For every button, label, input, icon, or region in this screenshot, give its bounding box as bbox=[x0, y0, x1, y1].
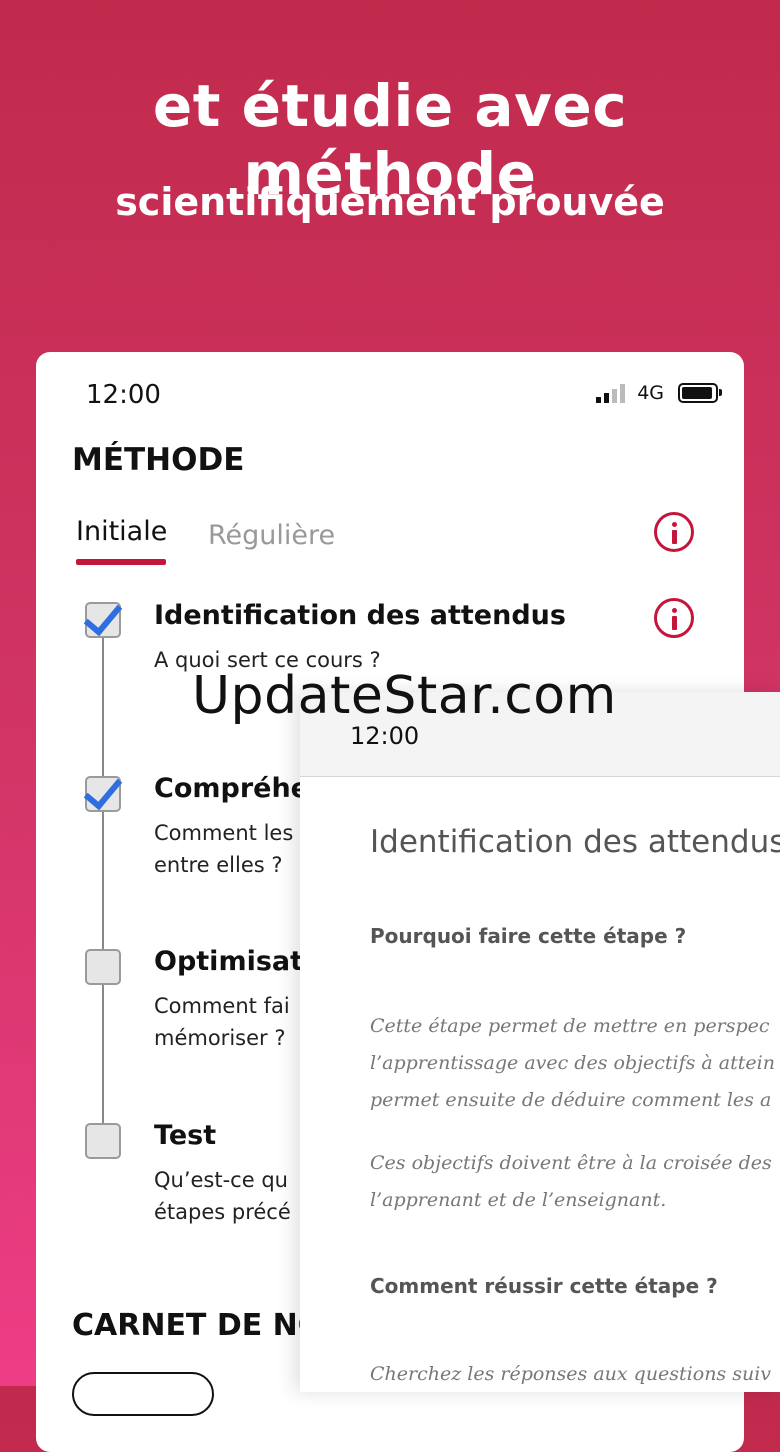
detail-question-2: Comment réussir cette étape ? bbox=[370, 1274, 718, 1298]
phone-detail-screen: 12:00 Identification des attendus Pourqu… bbox=[300, 692, 780, 1392]
network-label: 4G bbox=[637, 382, 664, 404]
step-checkbox-4[interactable] bbox=[85, 1123, 121, 1159]
step-description-4: Qu’est-ce qu bbox=[154, 1168, 288, 1192]
step-title-2[interactable]: Compréhe bbox=[154, 773, 309, 804]
tab-initiale[interactable]: Initiale bbox=[76, 516, 167, 547]
step-description-3: Comment fai bbox=[154, 994, 290, 1018]
step-title-4[interactable]: Test bbox=[154, 1120, 216, 1151]
step-description-4b: étapes précé bbox=[154, 1200, 291, 1224]
checkmark-icon bbox=[83, 769, 123, 811]
status-indicators: 4G bbox=[596, 382, 722, 404]
notebook-button[interactable] bbox=[72, 1372, 214, 1416]
detail-title: Identification des attendus bbox=[370, 824, 780, 860]
info-icon[interactable] bbox=[654, 512, 694, 552]
section-title: MÉTHODE bbox=[72, 442, 245, 478]
watermark-text: UpdateStar.com bbox=[192, 666, 617, 726]
checkmark-icon bbox=[83, 595, 123, 637]
signal-icon bbox=[596, 383, 626, 403]
step-description-3b: mémoriser ? bbox=[154, 1026, 286, 1050]
step-description-2b: entre elles ? bbox=[154, 853, 283, 877]
status-time: 12:00 bbox=[86, 380, 161, 410]
hero-subtitle: scientifiquement prouvée bbox=[115, 180, 665, 224]
battery-icon bbox=[678, 383, 722, 403]
detail-paragraph-3-line-1: Cherchez les réponses aux questions suiv bbox=[370, 1363, 772, 1385]
detail-paragraph-2-line-2: l’apprenant et de l’enseignant. bbox=[370, 1189, 667, 1211]
step-description-2: Comment les bbox=[154, 821, 294, 845]
notebook-title: CARNET DE NO bbox=[72, 1308, 324, 1343]
detail-paragraph-2-line-1: Ces objectifs doivent être à la croisée … bbox=[370, 1152, 772, 1174]
step-checkbox-1[interactable] bbox=[83, 595, 123, 638]
tab-active-indicator bbox=[76, 559, 166, 565]
step-timeline-line bbox=[102, 622, 104, 1132]
step-title-3[interactable]: Optimisati bbox=[154, 946, 312, 977]
step-info-icon[interactable] bbox=[654, 598, 694, 638]
tab-reguliere[interactable]: Régulière bbox=[208, 520, 335, 551]
step-checkbox-2[interactable] bbox=[83, 769, 123, 812]
detail-paragraph-1-line-3: permet ensuite de déduire comment les a bbox=[370, 1089, 772, 1111]
step-checkbox-3[interactable] bbox=[85, 949, 121, 985]
detail-paragraph-1-line-1: Cette étape permet de mettre en perspec bbox=[370, 1015, 770, 1037]
detail-status-time: 12:00 bbox=[350, 722, 420, 750]
step-title-1[interactable]: Identification des attendus bbox=[154, 600, 566, 631]
detail-paragraph-1-line-2: l’apprentissage avec des objectifs à att… bbox=[370, 1052, 775, 1074]
detail-question-1: Pourquoi faire cette étape ? bbox=[370, 924, 687, 948]
